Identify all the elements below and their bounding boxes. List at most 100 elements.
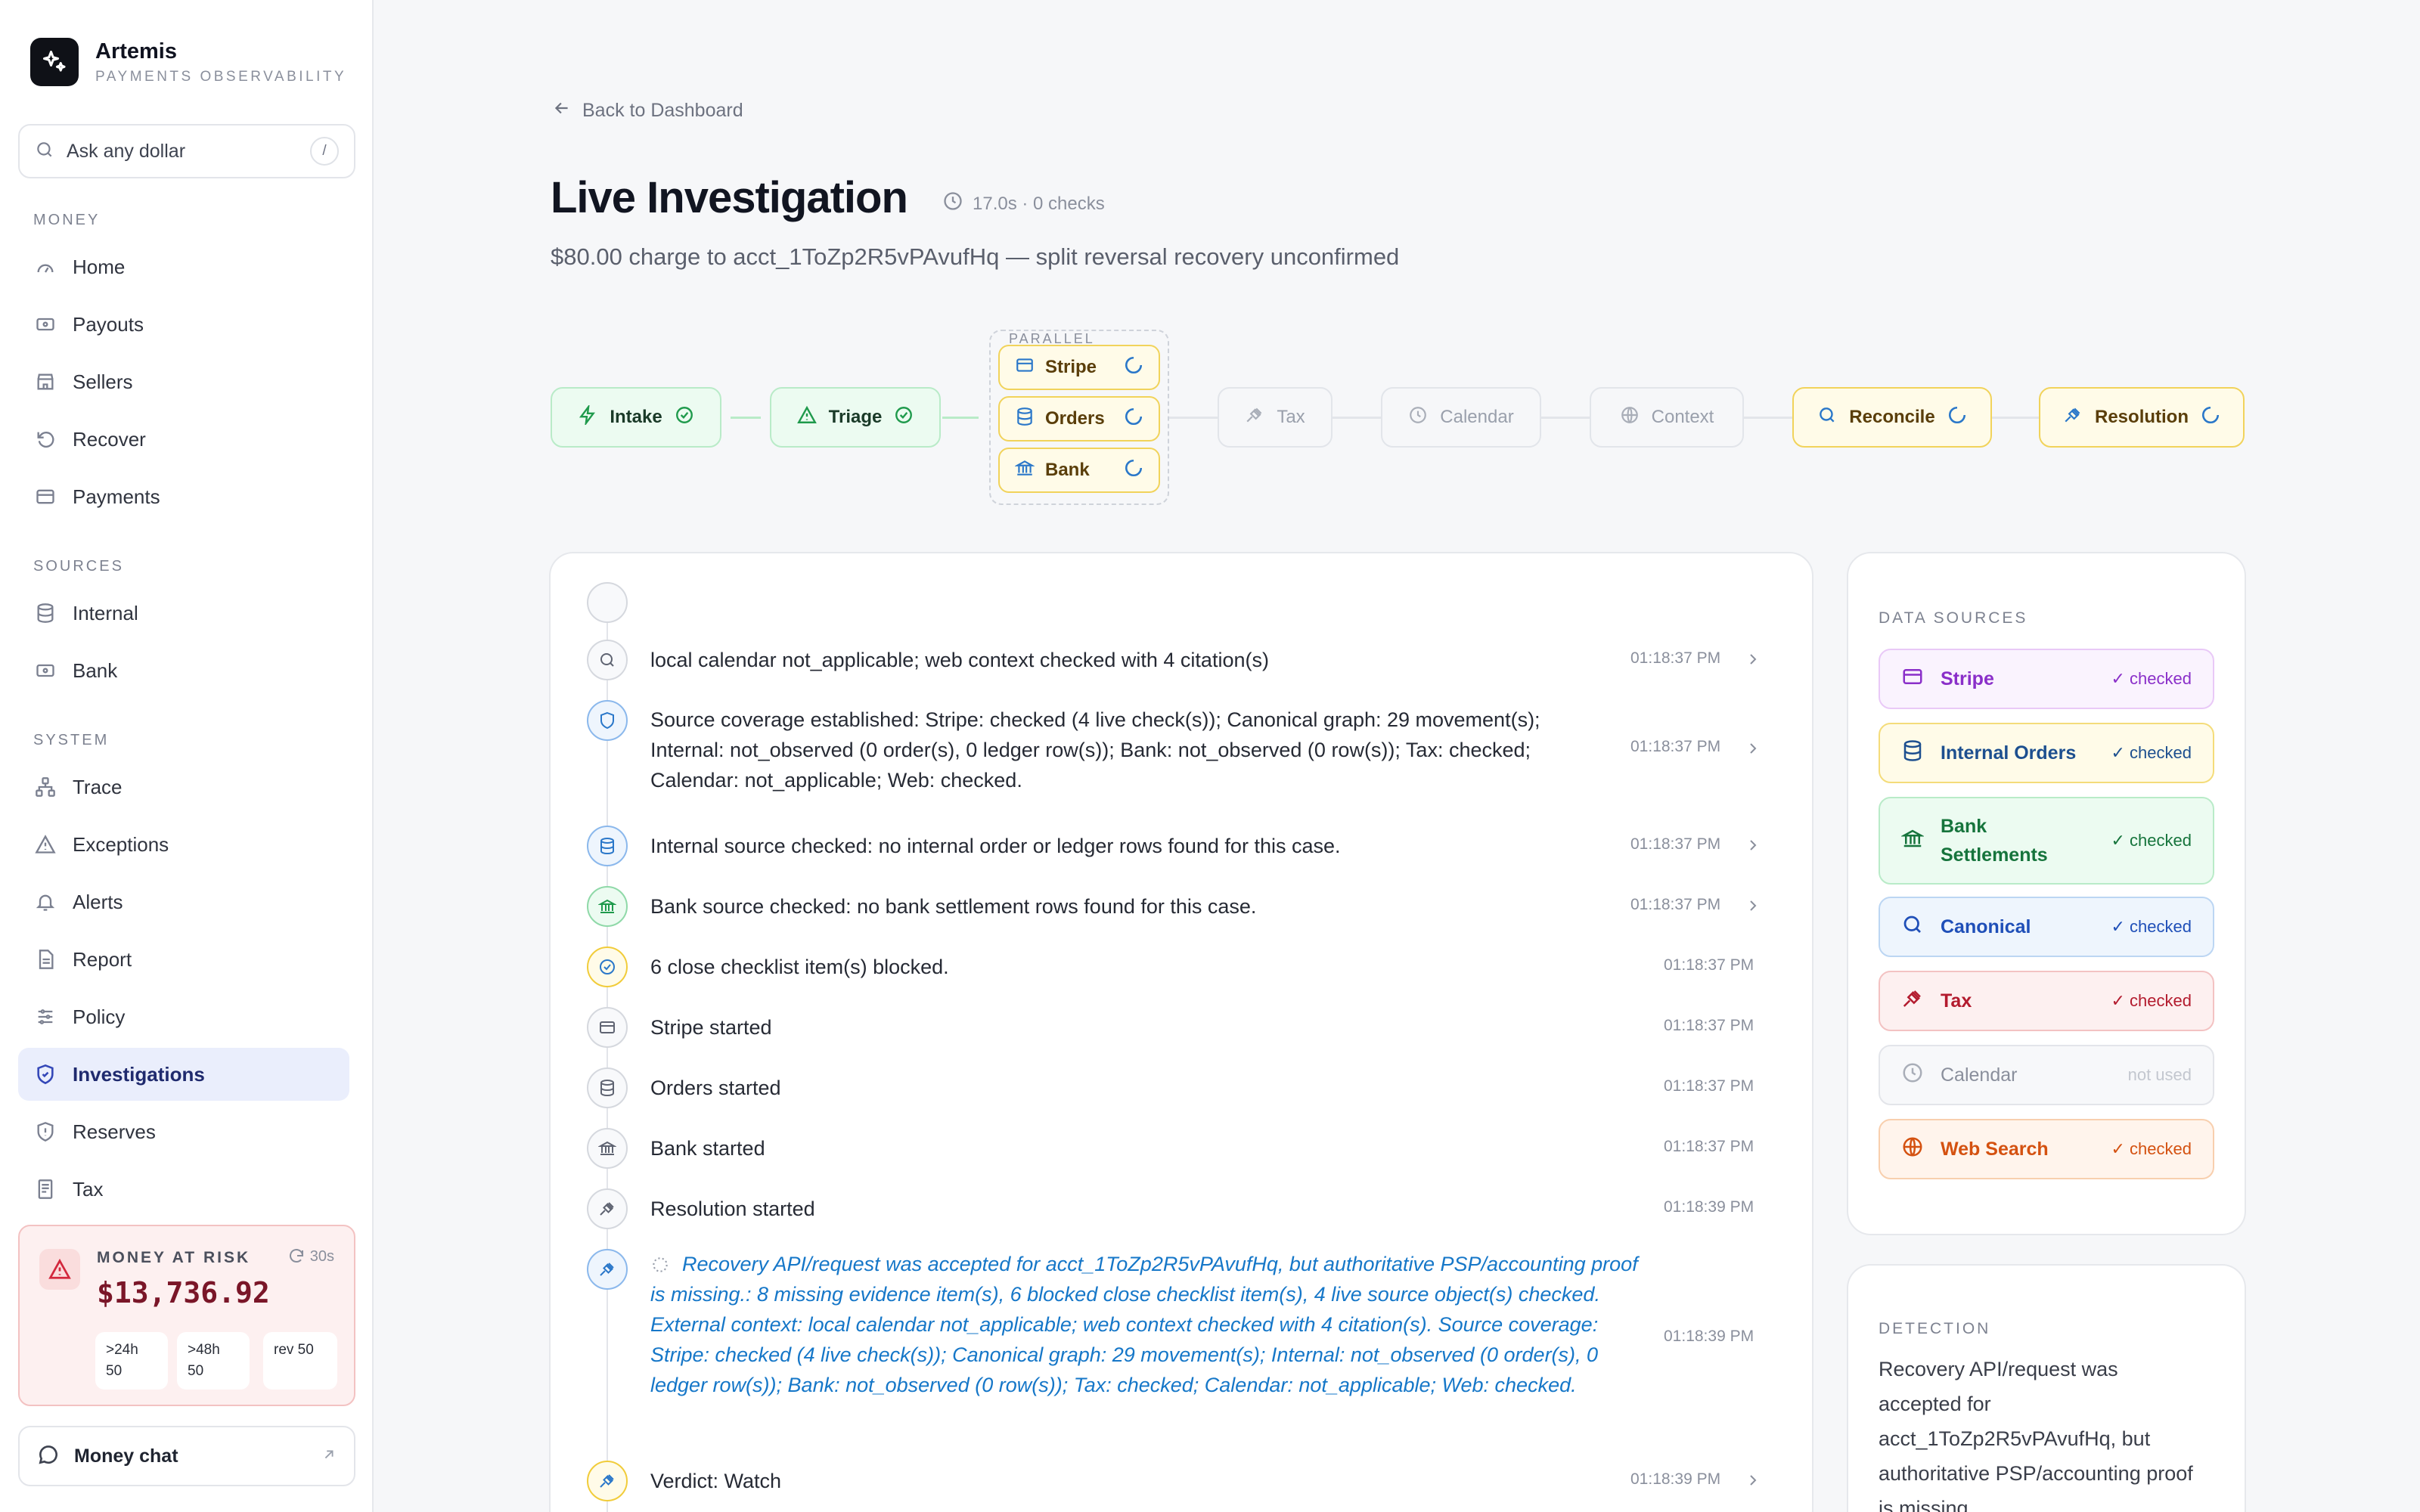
arrow-left-icon — [552, 98, 572, 123]
timeline-event[interactable]: Bank source checked: no bank settlement … — [587, 886, 1767, 927]
data-source-canonical[interactable]: Canonical ✓ checked — [1879, 897, 2214, 957]
stage-tax[interactable]: Tax — [1218, 387, 1333, 448]
bank-icon — [1900, 827, 1925, 855]
timeline-event: Recovery API/request was accepted for ac… — [587, 1249, 1767, 1430]
sidebar-item-alerts[interactable]: Alerts — [18, 875, 349, 928]
stage-orders[interactable]: Orders — [998, 396, 1160, 442]
chevron-right-icon[interactable] — [1744, 836, 1762, 854]
page-title: Live Investigation — [551, 173, 908, 222]
check-circle-icon — [675, 405, 694, 430]
brand[interactable]: Artemis PAYMENTS OBSERVABILITY — [30, 38, 346, 86]
chevron-right-icon[interactable] — [1744, 1471, 1762, 1489]
sidebar-item-investigations[interactable]: Investigations — [18, 1048, 349, 1101]
warning-icon — [796, 405, 817, 430]
event-text: 6 close checklist item(s) blocked. — [650, 956, 949, 978]
timeline-event[interactable]: local calendar not_applicable; web conte… — [587, 640, 1767, 680]
bank-icon — [587, 886, 628, 927]
refresh-button[interactable]: 30s — [287, 1247, 334, 1266]
money-chat-button[interactable]: Money chat — [18, 1426, 355, 1486]
pipeline-connector — [1744, 417, 1792, 419]
chevron-right-icon[interactable] — [1744, 739, 1762, 758]
stage-stripe[interactable]: Stripe — [998, 345, 1160, 390]
sidebar-item-payments[interactable]: Payments — [18, 470, 349, 523]
data-source-internal-orders[interactable]: Internal Orders ✓ checked — [1879, 723, 2214, 783]
event-text: Internal source checked: no internal ord… — [650, 835, 1341, 857]
back-link[interactable]: Back to Dashboard — [552, 98, 743, 123]
stage-label: Calendar — [1440, 407, 1514, 427]
database-icon — [1901, 739, 1924, 767]
data-sources-title: DATA SOURCES — [1879, 609, 2028, 627]
bell-icon — [33, 890, 57, 914]
search-icon — [1817, 405, 1837, 430]
timeline-event: 6 close checklist item(s) blocked. 01:18… — [587, 947, 1767, 987]
sitemap-icon — [33, 775, 57, 799]
source-label: Canonical — [1941, 916, 2031, 937]
sidebar-item-recover[interactable]: Recover — [18, 413, 349, 466]
data-source-calendar[interactable]: Calendar not used — [1879, 1045, 2214, 1105]
sidebar-item-payouts[interactable]: Payouts — [18, 298, 349, 351]
stage-intake[interactable]: Intake — [551, 387, 721, 448]
sidebar-item-policy[interactable]: Policy — [18, 990, 349, 1043]
data-source-web-search[interactable]: Web Search ✓ checked — [1879, 1119, 2214, 1179]
timeline-event[interactable]: Verdict: Watch 01:18:39 PM — [587, 1461, 1767, 1501]
stage-calendar[interactable]: Calendar — [1381, 387, 1541, 448]
warning-icon — [33, 832, 57, 857]
money-at-risk-card[interactable]: MONEY AT RISK 30s $13,736.92 >24h 50 >48… — [18, 1225, 355, 1406]
undo-icon — [33, 427, 57, 451]
search-placeholder: Ask any dollar — [67, 140, 186, 162]
spinner-icon — [1947, 405, 1967, 430]
event-time: 01:18:39 PM — [1630, 1470, 1721, 1488]
stage-label: Intake — [610, 407, 662, 427]
stage-reconcile[interactable]: Reconcile — [1792, 387, 1992, 448]
pill-label: rev 50 — [274, 1342, 314, 1358]
event-time: 01:18:37 PM — [1630, 738, 1721, 755]
search-input[interactable]: Ask any dollar / — [18, 124, 355, 178]
sidebar-item-home[interactable]: Home — [18, 240, 349, 293]
chevron-right-icon[interactable] — [1744, 650, 1762, 668]
data-source-stripe[interactable]: Stripe ✓ checked — [1879, 649, 2214, 709]
timeline-event: Bank started 01:18:37 PM — [587, 1128, 1767, 1169]
sidebar-item-label: Internal — [73, 601, 138, 624]
timeline-event[interactable]: Source coverage established: Stripe: che… — [587, 700, 1767, 800]
sidebar-item-label: Alerts — [73, 890, 123, 913]
timeline-event: Stripe started 01:18:37 PM — [587, 1007, 1767, 1048]
sidebar: Artemis PAYMENTS OBSERVABILITY Ask any d… — [0, 0, 374, 1512]
sidebar-item-label: Trace — [73, 775, 123, 798]
sidebar-item-reserves[interactable]: Reserves — [18, 1105, 349, 1158]
stage-resolution[interactable]: Resolution — [2039, 387, 2245, 448]
chevron-right-icon[interactable] — [1744, 897, 1762, 915]
pipeline-connector — [731, 417, 761, 419]
timeline-event[interactable]: Internal source checked: no internal ord… — [587, 826, 1767, 866]
stage-triage[interactable]: Triage — [770, 387, 941, 448]
event-text: Bank started — [650, 1137, 765, 1160]
event-time: 01:18:37 PM — [1630, 896, 1721, 913]
spinner-icon — [2201, 405, 2220, 430]
database-icon — [1015, 407, 1035, 432]
data-source-bank-settlements[interactable]: Bank Settlements ✓ checked — [1879, 797, 2214, 885]
sparkles-icon — [30, 38, 79, 86]
stage-context[interactable]: Context — [1590, 387, 1744, 448]
source-label: Web Search — [1941, 1139, 2049, 1160]
brand-name: Artemis — [95, 39, 177, 64]
shield-icon — [587, 700, 628, 741]
risk-amount: $13,736.92 — [97, 1276, 270, 1309]
clock-icon — [1408, 405, 1428, 430]
check-circle-icon — [587, 947, 628, 987]
sidebar-item-exceptions[interactable]: Exceptions — [18, 818, 349, 871]
source-status: ✓ checked — [2111, 991, 2192, 1010]
card-icon — [33, 485, 57, 509]
sidebar-item-label: Reserves — [73, 1120, 156, 1143]
data-source-tax[interactable]: Tax ✓ checked — [1879, 971, 2214, 1031]
stage-bank[interactable]: Bank — [998, 448, 1160, 493]
sidebar-item-tax[interactable]: Tax — [18, 1163, 349, 1216]
search-shortcut: / — [310, 137, 339, 166]
sidebar-item-trace[interactable]: Trace — [18, 761, 349, 813]
risk-pill-rev: rev 50 — [263, 1332, 337, 1390]
sidebar-item-sellers[interactable]: Sellers — [18, 355, 349, 408]
sidebar-item-report[interactable]: Report — [18, 933, 349, 986]
sidebar-item-bank[interactable]: Bank — [18, 644, 349, 697]
source-status: ✓ checked — [2111, 917, 2192, 936]
event-text: Orders started — [650, 1077, 781, 1099]
sidebar-item-internal[interactable]: Internal — [18, 587, 349, 640]
sidebar-item-label: Bank — [73, 658, 118, 682]
